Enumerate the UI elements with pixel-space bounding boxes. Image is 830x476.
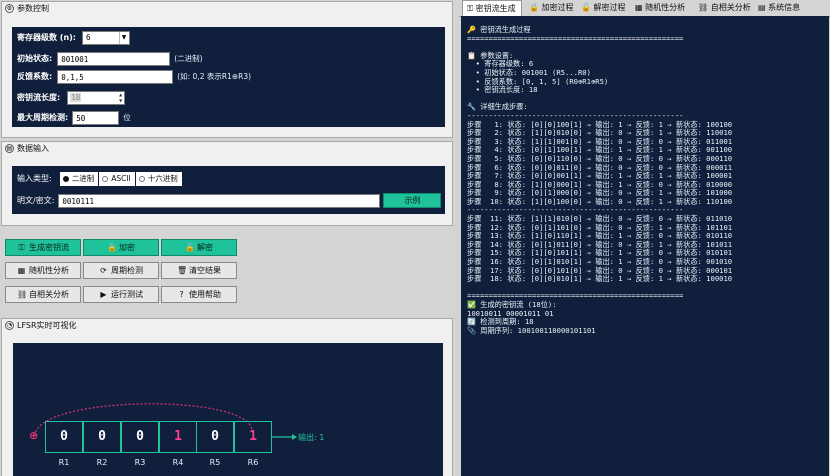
tab-decrypt[interactable]: 🔓 解密过程 <box>577 0 627 16</box>
output-line: 步骤 18: 状态: [0][0]010[1] → 输出: 1 → 反馈: 1 … <box>467 274 733 284</box>
register-cell-r2: 0 <box>83 421 121 453</box>
lock-icon: 🔒 <box>529 3 539 12</box>
register-cell-r5: 0 <box>196 421 234 453</box>
chart-icon: ▦ <box>635 3 643 12</box>
register-label-r2: R2 <box>96 458 108 467</box>
xor-symbol: ⊕ <box>29 429 39 442</box>
register-cell-r6: 1 <box>234 421 272 453</box>
tab-system-label: 系统信息 <box>768 3 801 12</box>
tab-autocorr-label: 自相关分析 <box>710 3 751 12</box>
output-line: ========================================… <box>467 33 684 43</box>
tab-system[interactable]: ▤ 系统信息 <box>754 0 814 16</box>
output-text-area[interactable]: 🔑 密钥流生成过程 ===============================… <box>461 16 829 476</box>
tab-encrypt-label: 加密过程 <box>541 3 574 12</box>
tab-keystream-label: 密钥流生成 <box>475 4 516 13</box>
unlock-icon: 🔓 <box>581 3 591 12</box>
tab-bar: ⚿ 密钥流生成 🔒 加密过程 🔓 解密过程 ▦ 随机性分析 ⛓ 自相关分析 ▤ … <box>459 0 830 17</box>
output-line: • 密钥流长度: 18 <box>467 85 538 95</box>
register-label-r6: R6 <box>247 458 259 467</box>
output-line: 📎 周期序列: 100100110000101101 <box>467 325 596 335</box>
link-icon: ⛓ <box>698 3 709 12</box>
tab-autocorr[interactable]: ⛓ 自相关分析 <box>694 0 751 16</box>
tab-randomness[interactable]: ▦ 随机性分析 <box>631 0 691 16</box>
tab-randomness-label: 随机性分析 <box>645 3 686 12</box>
feedback-arc <box>34 403 297 440</box>
register-cell-r4: 1 <box>159 421 197 453</box>
tab-keystream[interactable]: ⚿ 密钥流生成 <box>462 0 522 16</box>
info-icon: ▤ <box>758 3 766 12</box>
register-cell-r3: 0 <box>121 421 159 453</box>
register-label-r1: R1 <box>58 458 70 467</box>
register-label-r4: R4 <box>172 458 184 467</box>
tab-encrypt[interactable]: 🔒 加密过程 <box>525 0 574 16</box>
output-label: 输出: 1 <box>298 433 325 442</box>
register-label-r3: R3 <box>134 458 146 467</box>
register-label-r5: R5 <box>209 458 221 467</box>
register-cell-r1: 0 <box>45 421 83 453</box>
tab-decrypt-label: 解密过程 <box>593 3 626 12</box>
key-icon: ⚿ <box>467 4 474 13</box>
